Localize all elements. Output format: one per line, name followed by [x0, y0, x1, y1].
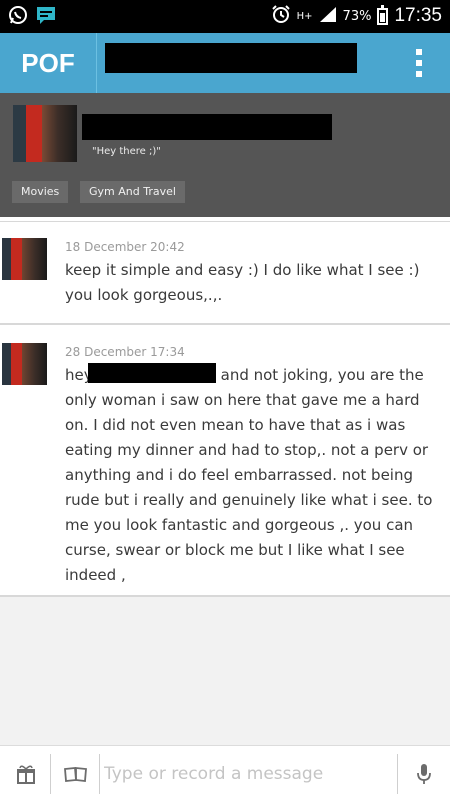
status-bar: H+ 73% 17:35 [0, 0, 450, 33]
clock: 17:35 [394, 5, 442, 26]
microphone-icon[interactable] [402, 754, 446, 794]
message-composer [0, 745, 450, 799]
battery-icon [377, 4, 389, 25]
signal-icon [319, 6, 337, 26]
alarm-icon [271, 4, 291, 28]
card-icon[interactable] [54, 754, 98, 794]
interest-tag: Gym And Travel [80, 181, 185, 203]
profile-avatar[interactable] [13, 105, 77, 162]
redacted-username [105, 43, 357, 73]
battery-percent: 73% [342, 8, 372, 24]
profile-status: "Hey there ;)" [92, 146, 161, 157]
sender-avatar[interactable] [2, 343, 47, 385]
sender-avatar[interactable] [2, 238, 47, 280]
app-header: POF [0, 33, 450, 93]
interest-tag: Movies [12, 181, 69, 203]
message-date: 28 December 17:34 [65, 345, 185, 359]
profile-panel[interactable]: "Hey there ;)" Movies Gym And Travel [0, 93, 450, 217]
chat-icon [36, 5, 56, 29]
whatsapp-icon [8, 5, 28, 29]
separator [99, 754, 100, 794]
overflow-menu-icon[interactable] [416, 49, 424, 77]
message-text: keep it simple and easy :) I do like wha… [65, 261, 420, 304]
redacted-name-in-message [88, 363, 216, 383]
redacted-profile-name [82, 114, 332, 140]
conversation-empty-area [0, 597, 450, 745]
message-date: 18 December 20:42 [65, 240, 185, 254]
message-item: 18 December 20:42 keep it simple and eas… [0, 222, 450, 322]
pof-logo[interactable]: POF [0, 33, 97, 93]
message-text: hey ,. will be honest and not joking, yo… [65, 366, 433, 584]
separator [50, 754, 51, 794]
message-item: 28 December 17:34 hey ,. will be honest … [0, 325, 450, 595]
message-input[interactable] [104, 754, 394, 794]
gift-icon[interactable] [4, 754, 48, 794]
network-type: H+ [296, 10, 313, 22]
separator [397, 754, 398, 794]
